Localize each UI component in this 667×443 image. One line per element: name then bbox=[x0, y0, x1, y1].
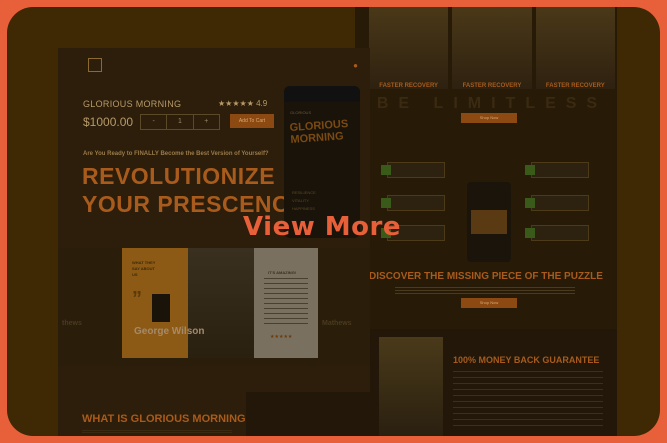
photo-caption: FASTER RECOVERY bbox=[545, 83, 605, 89]
feature-box bbox=[525, 162, 589, 178]
feature-box bbox=[525, 225, 589, 241]
testimonial-eyebrow: WHAT THEY SAY ABOUT US bbox=[132, 260, 156, 277]
qty-plus-button[interactable]: + bbox=[194, 115, 219, 129]
front-page-preview: ● GLORIOUS MORNING ★★★★★ 4.9 $1000.00 - … bbox=[58, 48, 370, 436]
product-price: $1000.00 bbox=[83, 115, 134, 129]
product-jar-image bbox=[152, 294, 170, 322]
rating: ★★★★★ 4.9 bbox=[218, 99, 267, 108]
guarantee-text bbox=[453, 371, 603, 431]
athlete-photo bbox=[379, 337, 443, 436]
testimonial-card: WHAT THEY SAY ABOUT US ” bbox=[122, 248, 188, 358]
view-more-label[interactable]: View More bbox=[243, 212, 401, 242]
product-jar-image bbox=[467, 182, 511, 262]
athlete-photo bbox=[246, 392, 370, 436]
feature-box bbox=[381, 162, 445, 178]
tub-label: GLORIOUS MORNING bbox=[289, 117, 349, 147]
card-frame: FASTER RECOVERY FASTER RECOVERY FASTER R… bbox=[0, 0, 667, 443]
tub-feature: RESILIENCE bbox=[292, 190, 316, 195]
puzzle-description bbox=[395, 287, 575, 296]
guarantee-heading: 100% MONEY BACK GUARANTEE bbox=[453, 355, 600, 365]
feature-icon bbox=[525, 198, 535, 208]
quote-text bbox=[264, 278, 308, 326]
feature-icon bbox=[381, 165, 391, 175]
brand-logo[interactable] bbox=[88, 58, 102, 72]
quantity-stepper[interactable]: - 1 + bbox=[140, 114, 220, 130]
tub-feature: HAPPINESS bbox=[292, 206, 315, 211]
feature-icon bbox=[525, 228, 535, 238]
tub-brand: GLORIOUS bbox=[290, 110, 312, 115]
testimonial-name: George Wilson bbox=[134, 326, 205, 337]
photo-caption: FASTER RECOVERY bbox=[379, 83, 439, 89]
shop-button[interactable]: Shop Now bbox=[461, 298, 517, 308]
tub-lid bbox=[284, 86, 360, 102]
star-icon: ★★★★★ bbox=[218, 99, 254, 108]
feature-icon bbox=[381, 198, 391, 208]
hero-headline: REVOLUTIONIZE YOUR PRESCENCE bbox=[82, 162, 305, 218]
faint-name: Mathews bbox=[322, 320, 352, 327]
photo-caption: FASTER RECOVERY bbox=[462, 83, 522, 89]
shop-button[interactable]: Shop Now bbox=[461, 113, 517, 123]
headline-line: REVOLUTIONIZE bbox=[82, 163, 276, 189]
testimonial-section: thews Mathews WHAT THEY SAY ABOUT US ” G… bbox=[58, 248, 370, 366]
rating-value: 4.9 bbox=[256, 99, 268, 108]
feature-box bbox=[381, 195, 445, 211]
tub-feature: VITALITY bbox=[292, 198, 310, 203]
what-is-heading: WHAT IS GLORIOUS MORNING? bbox=[82, 413, 253, 425]
qty-value[interactable]: 1 bbox=[167, 115, 194, 129]
testimonial-photo bbox=[188, 248, 254, 358]
preview-card[interactable]: FASTER RECOVERY FASTER RECOVERY FASTER R… bbox=[7, 7, 660, 436]
quote-heading: IT'S AMAZING! bbox=[268, 270, 297, 275]
product-name: GLORIOUS MORNING bbox=[83, 99, 182, 109]
star-icon: ★★★★★ bbox=[270, 334, 293, 340]
hero-tagline: Are You Ready to FINALLY Become the Best… bbox=[83, 151, 269, 157]
add-to-cart-button[interactable]: Add To Cart bbox=[230, 114, 274, 128]
recovery-photo-row: FASTER RECOVERY FASTER RECOVERY FASTER R… bbox=[369, 7, 615, 89]
recovery-photo: FASTER RECOVERY bbox=[452, 7, 532, 89]
quote-icon: ” bbox=[132, 288, 142, 310]
what-is-text bbox=[82, 430, 232, 434]
recovery-photo: FASTER RECOVERY bbox=[535, 7, 615, 89]
puzzle-heading: DISCOVER THE MISSING PIECE OF THE PUZZLE bbox=[369, 271, 603, 282]
ghost-text: BE LIMITLESS bbox=[376, 95, 608, 112]
qty-minus-button[interactable]: - bbox=[141, 115, 168, 129]
feature-icon bbox=[525, 165, 535, 175]
testimonial-quote-card: IT'S AMAZING! ★★★★★ bbox=[254, 248, 318, 358]
recovery-photo: FASTER RECOVERY bbox=[369, 7, 449, 89]
user-icon[interactable]: ● bbox=[353, 61, 358, 70]
feature-box bbox=[525, 195, 589, 211]
faint-name: thews bbox=[62, 320, 82, 327]
guarantee-section: 100% MONEY BACK GUARANTEE bbox=[369, 329, 617, 436]
